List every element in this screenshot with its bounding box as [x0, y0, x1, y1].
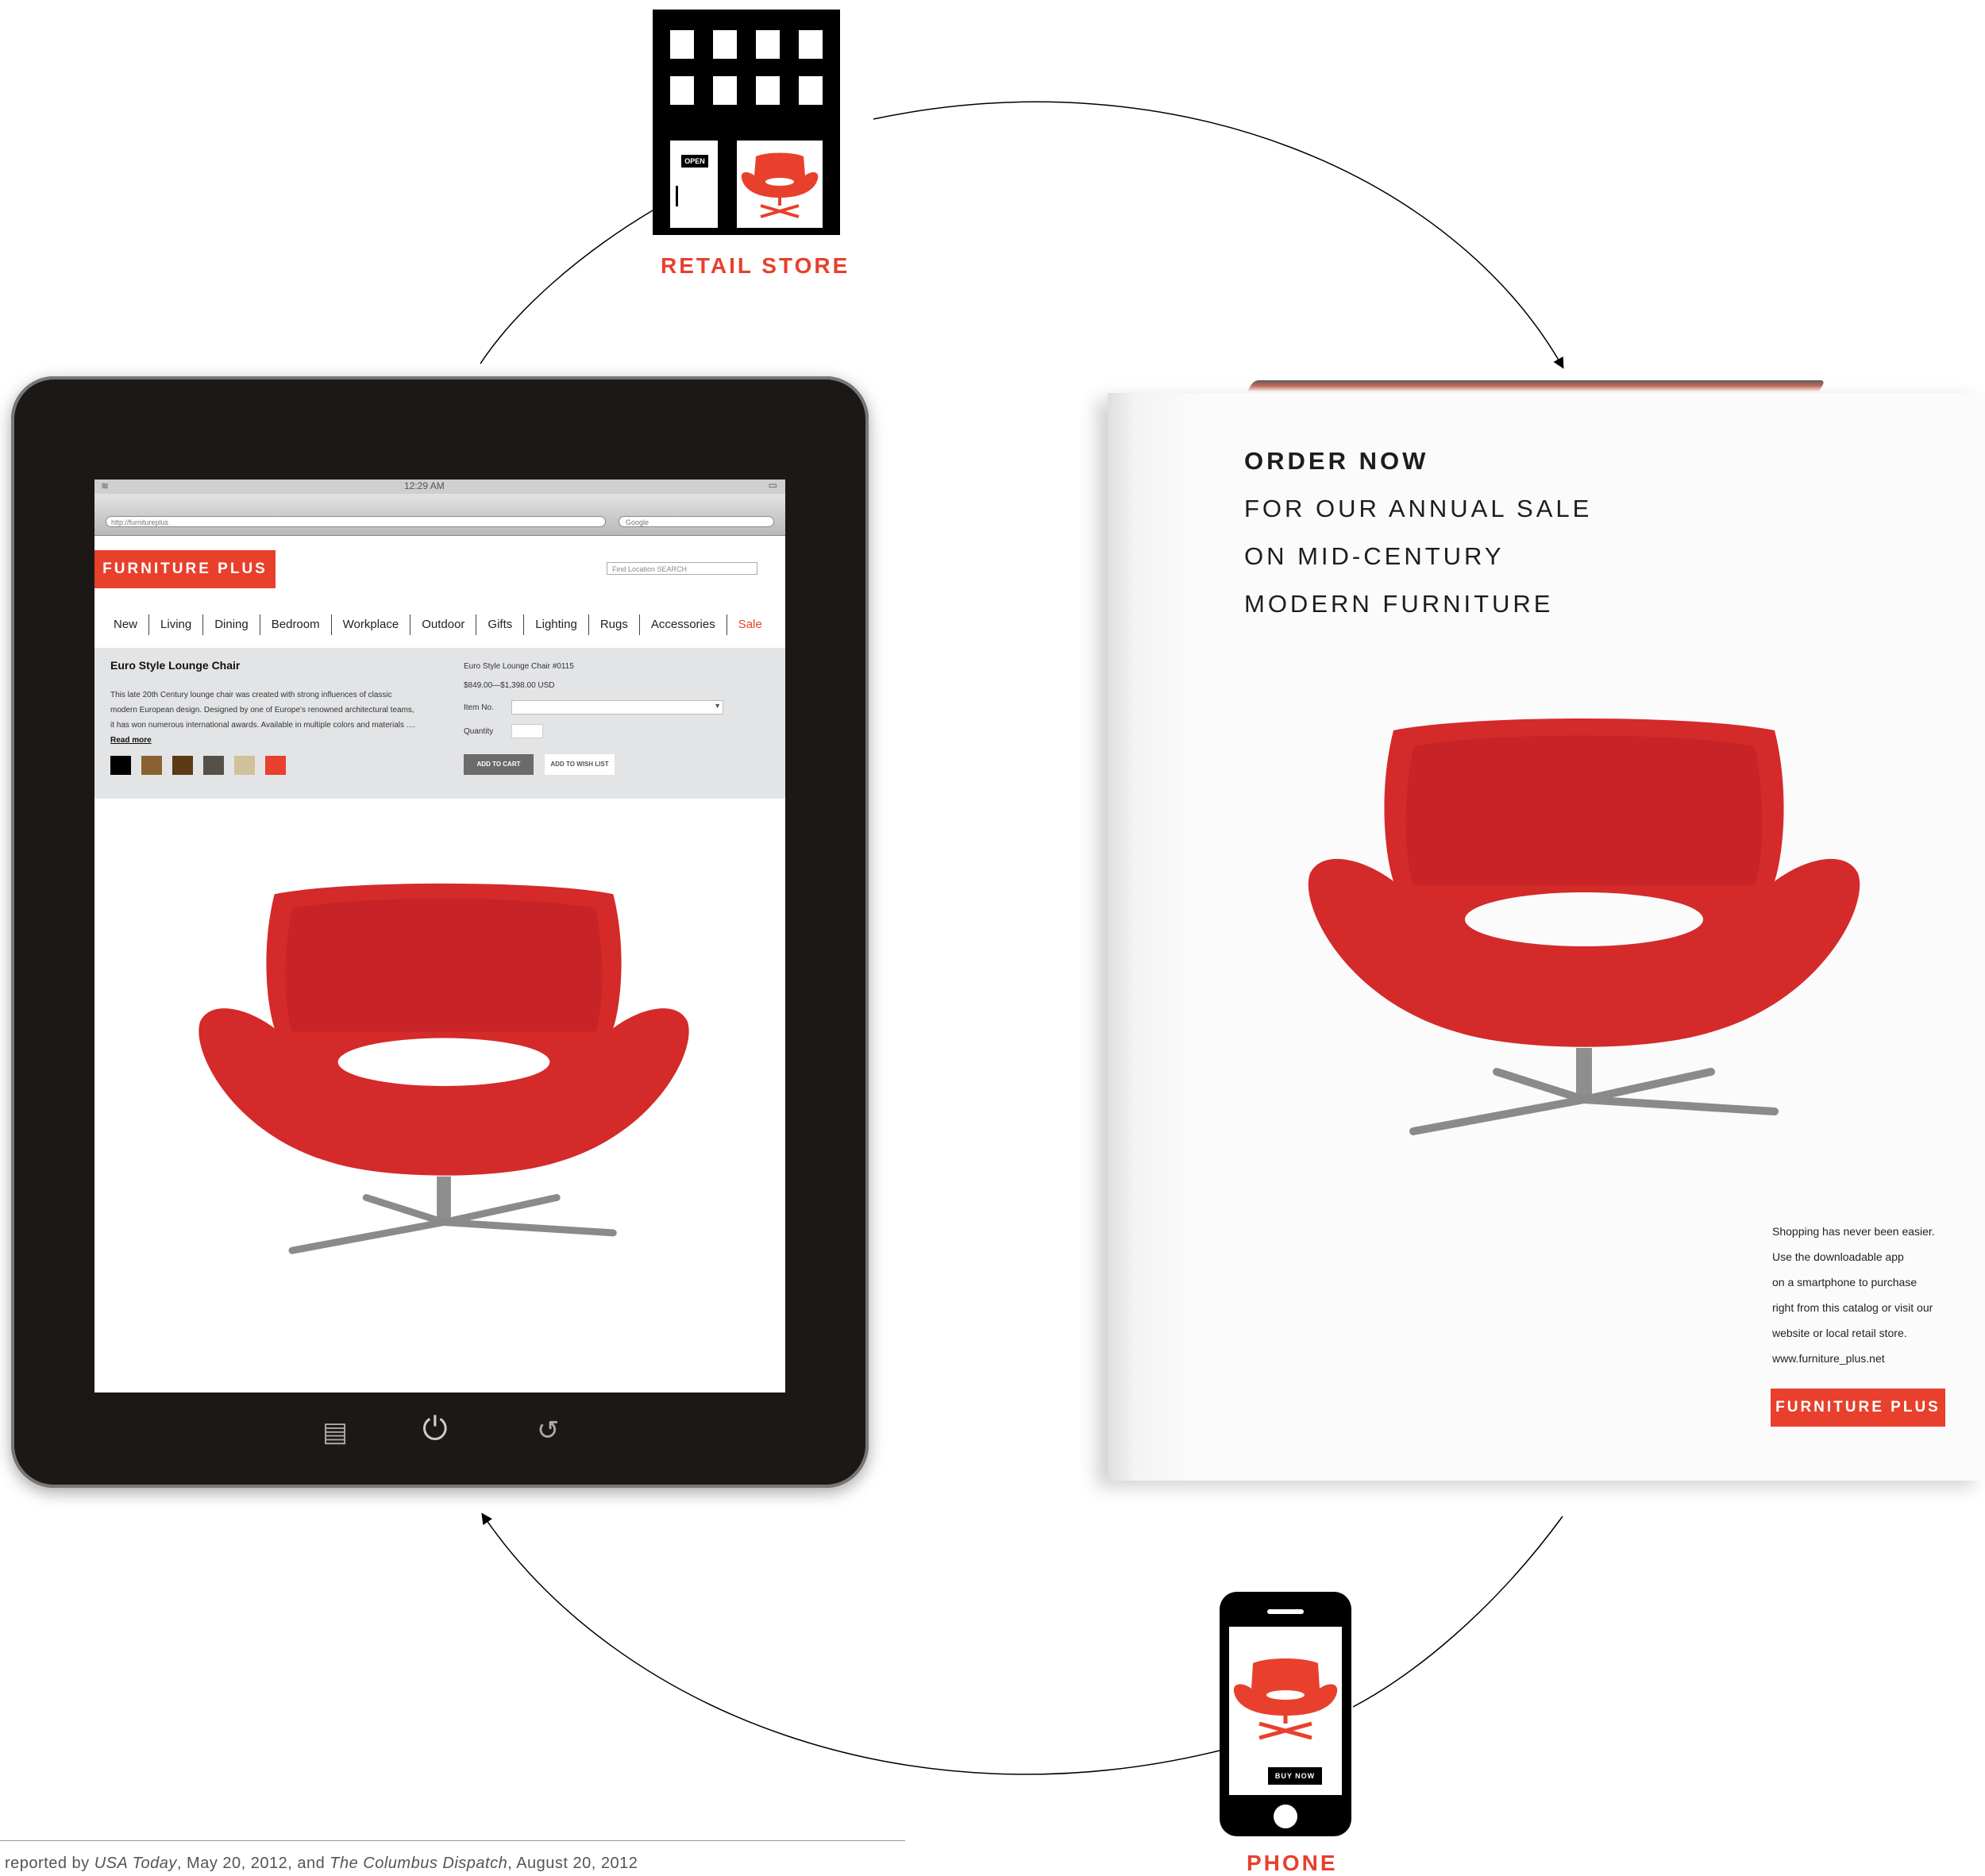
read-more-link[interactable]: Read more: [110, 736, 152, 745]
copy-line: Use the downloadable app: [1772, 1250, 1904, 1263]
copy-line: on a smartphone to purchase: [1772, 1276, 1918, 1289]
door-handle: [676, 186, 678, 206]
catalog-headline-2: FOR OUR ANNUAL SALE: [1244, 495, 1593, 522]
tablet-hardware-buttons: ▤ ⏻ ↺: [11, 1408, 869, 1456]
product-price: $849.00—$1,398.00 USD: [464, 681, 555, 690]
storefront-icon: OPEN: [653, 10, 840, 235]
color-swatches: [110, 756, 286, 775]
wifi-icon: ≋: [101, 480, 110, 491]
swatch-5[interactable]: [265, 756, 286, 775]
swatch-1[interactable]: [141, 756, 162, 775]
arrow-store-to-tablet: [480, 210, 653, 364]
status-bar: 12:29 AM ≋ ▭: [94, 480, 785, 494]
home-button: [1274, 1805, 1297, 1828]
chair-icon: [1233, 1658, 1338, 1740]
nav-bedroom[interactable]: Bedroom: [260, 614, 332, 635]
footer-rule: [0, 1840, 905, 1841]
product-panel: Euro Style Lounge Chair This late 20th C…: [94, 648, 785, 799]
swatch-4[interactable]: [234, 756, 255, 775]
store-door: [670, 141, 718, 228]
arrow-phone-to-tablet: [481, 1512, 1220, 1775]
menu-icon[interactable]: ▤: [322, 1416, 348, 1448]
shop-window: [737, 141, 823, 228]
description-text: This late 20th Century lounge chair was …: [110, 691, 415, 730]
phone-speaker: [1267, 1609, 1304, 1614]
nav-workplace[interactable]: Workplace: [332, 614, 411, 635]
buy-now-button[interactable]: BUY NOW: [1268, 1767, 1322, 1785]
phone-screen: BUY NOW: [1229, 1627, 1342, 1795]
catalog-headline-1: ORDER NOW: [1244, 447, 1429, 475]
browser-search-input[interactable]: Google: [619, 516, 774, 527]
window: [799, 76, 823, 105]
add-to-wishlist-button[interactable]: ADD TO WISH LIST: [545, 754, 615, 775]
window: [713, 76, 737, 105]
tablet-screen: 12:29 AM ≋ ▭ http://furnitureplus Google…: [94, 480, 785, 1393]
item-number-label: Item No.: [464, 703, 494, 712]
add-to-cart-button[interactable]: ADD TO CART: [464, 754, 534, 775]
nav-dining[interactable]: Dining: [203, 614, 260, 635]
footer-source-2: The Columbus Dispatch: [330, 1855, 508, 1872]
footer-mid: , May 20, 2012, and: [176, 1855, 330, 1872]
swatch-2[interactable]: [172, 756, 193, 775]
browser-toolbar: http://furnitureplus Google: [94, 494, 785, 536]
open-sign: OPEN: [681, 155, 708, 168]
chair-photo: [1308, 718, 1860, 1135]
window: [799, 30, 823, 59]
chevron-down-icon: ▼: [714, 702, 721, 710]
nav-living[interactable]: Living: [149, 614, 204, 635]
footer-suffix: , August 20, 2012: [507, 1855, 638, 1872]
copy-line: website or local retail store.: [1772, 1327, 1907, 1339]
power-icon[interactable]: ⏻: [422, 1412, 448, 1447]
chair-icon: [741, 152, 819, 218]
item-number-select[interactable]: ▼: [511, 700, 723, 715]
site-nav: New Living Dining Bedroom Workplace Outd…: [102, 613, 773, 637]
catalog-page-edges: [1247, 380, 1826, 391]
nav-sale[interactable]: Sale: [727, 614, 773, 635]
smartphone-icon: BUY NOW: [1220, 1592, 1351, 1836]
quantity-label: Quantity: [464, 727, 494, 736]
swatch-0[interactable]: [110, 756, 131, 775]
footer-source: reported by USA Today, May 20, 2012, and…: [5, 1855, 638, 1873]
copy-line: Shopping has never been easier.: [1772, 1225, 1935, 1238]
window: [756, 30, 780, 59]
site-search-input[interactable]: Find Location SEARCH: [607, 562, 757, 575]
catalog-headline-3: ON MID-CENTURY: [1244, 542, 1505, 570]
window: [713, 30, 737, 59]
product-title: Euro Style Lounge Chair: [110, 659, 241, 672]
catalog-logo: FURNITURE PLUS: [1771, 1389, 1945, 1427]
tablet-device: 12:29 AM ≋ ▭ http://furnitureplus Google…: [11, 376, 869, 1488]
nav-lighting[interactable]: Lighting: [524, 614, 589, 635]
quantity-input[interactable]: [511, 724, 543, 738]
catalog-headline-4: MODERN FURNITURE: [1244, 590, 1554, 618]
nav-new[interactable]: New: [102, 614, 150, 635]
swatch-3[interactable]: [203, 756, 224, 775]
catalog-gutter: [1108, 393, 1203, 1481]
window: [756, 76, 780, 105]
nav-outdoor[interactable]: Outdoor: [410, 614, 477, 635]
phone-label: PHONE: [1247, 1851, 1338, 1875]
footer-prefix: reported by: [5, 1855, 94, 1872]
back-icon[interactable]: ↺: [537, 1415, 560, 1446]
footer-source-1: USA Today: [94, 1855, 177, 1872]
arrow-store-to-catalog: [873, 101, 1564, 369]
nav-rugs[interactable]: Rugs: [589, 614, 640, 635]
window: [670, 30, 694, 59]
print-catalog: ORDER NOW FOR OUR ANNUAL SALE ON MID-CEN…: [1108, 380, 1985, 1481]
product-code: Euro Style Lounge Chair #0115: [464, 662, 574, 671]
arrow-catalog-to-phone: [1352, 1516, 1563, 1708]
retail-store-label: RETAIL STORE: [661, 253, 850, 278]
product-description: This late 20th Century lounge chair was …: [110, 688, 420, 748]
nav-accessories[interactable]: Accessories: [640, 614, 727, 635]
chair-photo: [198, 883, 689, 1254]
url-bar[interactable]: http://furnitureplus: [106, 516, 606, 527]
catalog-copy: Shopping has never been easier. Use the …: [1772, 1219, 1963, 1371]
battery-icon: ▭: [768, 480, 777, 491]
copy-line: right from this catalog or visit our: [1772, 1301, 1933, 1314]
window: [670, 76, 694, 105]
copy-url: www.furniture_plus.net: [1772, 1352, 1885, 1365]
site-logo[interactable]: FURNITURE PLUS: [94, 550, 276, 588]
nav-gifts[interactable]: Gifts: [476, 614, 525, 635]
status-time: 12:29 AM: [404, 480, 445, 491]
